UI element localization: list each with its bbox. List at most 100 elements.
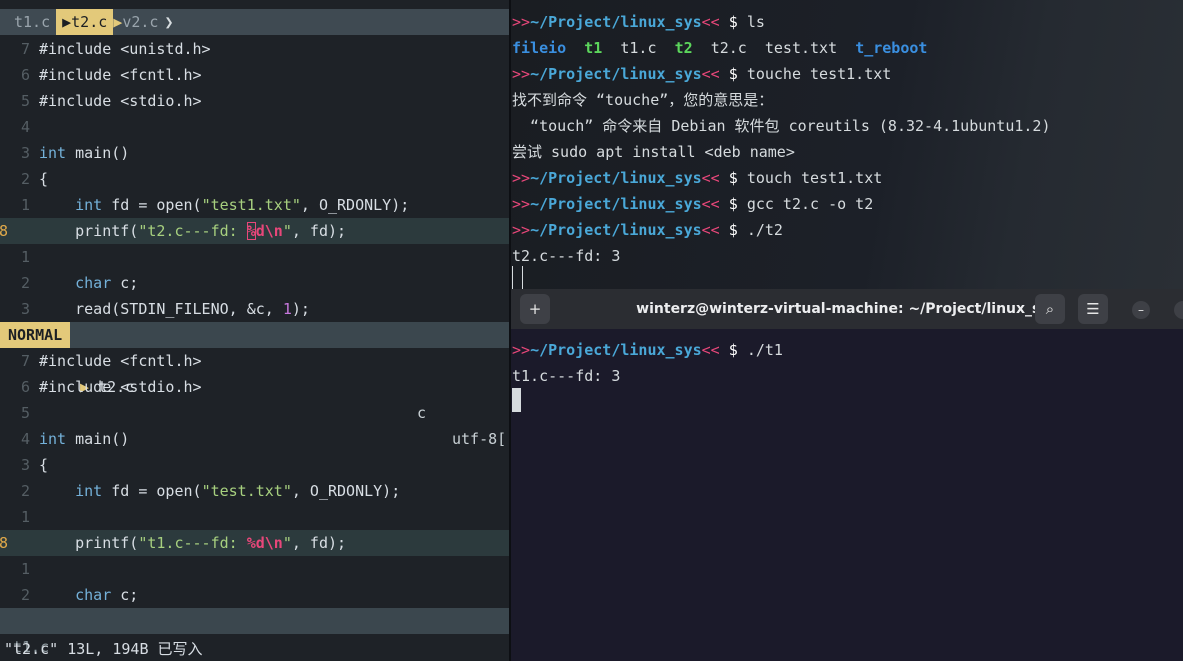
prompt-marker: >>: [512, 221, 531, 239]
search-button[interactable]: ⌕: [1035, 294, 1065, 324]
code-text: printf("t1.c---fd: %d\n", fd);: [39, 530, 346, 556]
code-token: d\n: [255, 222, 283, 240]
code-token: c;: [111, 274, 139, 292]
minimize-icon: –: [1138, 303, 1144, 317]
code-line[interactable]: 7 #include <unistd.h>: [0, 36, 509, 62]
terminal-window[interactable]: + winterz@winterz-virtual-machine: ~/Pro…: [511, 289, 1183, 661]
code-line[interactable]: 3 read(STDIN_FILENO, &c, 1);: [0, 296, 509, 322]
shell-command: touch test1.txt: [746, 169, 883, 187]
code-line[interactable]: 2{: [0, 166, 509, 192]
prompt-marker: >>: [512, 195, 531, 213]
code-token: , fd);: [291, 222, 347, 240]
line-number: 4: [20, 118, 30, 136]
prompt-marker: >>: [512, 341, 531, 359]
tab-overflow-icon[interactable]: ❯: [158, 13, 173, 31]
code-line[interactable]: 6 #include <stdio.h>: [0, 374, 509, 400]
code-text: int main(): [39, 140, 129, 166]
prompt-path: ~/Project/linux_sys: [530, 13, 702, 31]
code-line-current[interactable]: 8 printf("t2.c---fd: %d\n", fd);: [0, 218, 509, 244]
code-token: #include <stdio.h>: [39, 378, 202, 396]
tab-t2[interactable]: ▶t2.c: [56, 9, 114, 35]
line-number: 3: [20, 144, 30, 162]
prompt-path: ~/Project/linux_sys: [530, 169, 702, 187]
line-number: 1: [20, 248, 30, 266]
code-token: ": [282, 534, 292, 552]
code-line[interactable]: 4: [0, 114, 509, 140]
code-text: char c;: [39, 582, 138, 608]
code-token: "test.txt": [201, 482, 292, 500]
prompt-dollar: $: [719, 195, 747, 213]
line-number: 6: [20, 378, 30, 396]
line-number: 8: [0, 222, 8, 240]
terminal-headerbar: + winterz@winterz-virtual-machine: ~/Pro…: [511, 289, 1183, 329]
ls-entry: fileio: [512, 39, 567, 57]
tab-t1[interactable]: t1.c: [0, 9, 56, 35]
code-token: fd = open(: [102, 482, 202, 500]
code-text: char c;: [39, 270, 138, 296]
prompt-marker: >>: [512, 13, 531, 31]
line-number: 4: [20, 430, 30, 448]
code-line[interactable]: 5 #include <stdio.h>: [0, 88, 509, 114]
code-token: ": [282, 222, 292, 240]
output-line: 尝试 sudo apt install <deb name>: [512, 139, 795, 165]
code-line[interactable]: 1: [0, 244, 509, 270]
code-token: int: [75, 196, 103, 214]
code-text: {: [39, 166, 48, 192]
code-text: #include <unistd.h>: [39, 36, 211, 62]
line-number: 2: [20, 170, 30, 188]
prompt-path: ~/Project/linux_sys: [530, 65, 702, 83]
code-line[interactable]: 2 char c;: [0, 270, 509, 296]
prompt-dollar: $: [719, 13, 747, 31]
line-number: 7: [20, 352, 30, 370]
menu-button[interactable]: ☰: [1078, 294, 1108, 324]
code-text: #include <fcntl.h>: [39, 62, 202, 88]
line-number: 7: [20, 40, 30, 58]
tab-arrow-icon: ▶: [62, 13, 72, 31]
output-text: t2.c---fd: 3: [512, 247, 621, 265]
prompt-marker: >>: [512, 169, 531, 187]
code-line[interactable]: 5: [0, 400, 509, 426]
code-text: read(STDIN_FILENO, &c, 1);: [39, 296, 310, 322]
output-line: “touch” 命令来自 Debian 软件包 coreutils (8.32-…: [512, 113, 1050, 139]
tab-label: t1.c: [14, 13, 51, 31]
code-token: read(STDIN_FILENO, &c,: [39, 300, 283, 318]
code-text: {: [39, 452, 48, 478]
code-text: int fd = open("test.txt", O_RDONLY);: [39, 478, 400, 504]
code-line[interactable]: 4 int main(): [0, 426, 509, 452]
code-token: int: [39, 430, 67, 448]
shell-prompt-line: >>~/Project/linux_sys<< $ touche test1.t…: [512, 61, 891, 87]
code-line[interactable]: 2 int fd = open("test.txt", O_RDONLY);: [0, 478, 509, 504]
code-text: #include <fcntl.h>: [39, 348, 202, 374]
code-line[interactable]: 1: [0, 556, 509, 582]
line-number: 5: [20, 404, 30, 422]
minimize-button[interactable]: –: [1132, 301, 1150, 319]
code-line-current[interactable]: 8 printf("t1.c---fd: %d\n", fd);: [0, 530, 509, 556]
code-line[interactable]: 2 char c;: [0, 582, 509, 608]
line-number: 1: [20, 196, 30, 214]
code-line[interactable]: 1 int fd = open("test1.txt", O_RDONLY);: [0, 192, 509, 218]
shell-prompt-line: >>~/Project/linux_sys<< $ ./t2: [512, 217, 783, 243]
tab-v2[interactable]: ▶v2.c ❯: [113, 9, 179, 35]
shell-command: touche test1.txt: [746, 65, 892, 83]
code-line[interactable]: 3 int main(): [0, 140, 509, 166]
hamburger-menu-icon: ☰: [1086, 300, 1100, 318]
output-text: “touch” 命令来自 Debian 软件包 coreutils (8.32-…: [512, 117, 1051, 135]
shell-prompt-line: >>~/Project/linux_sys<< $ ./t1: [512, 337, 783, 363]
line-number: 2: [20, 274, 30, 292]
code-line[interactable]: 7 #include <fcntl.h>: [0, 348, 509, 374]
terminal-background[interactable]: >>~/Project/linux_sys<< $ ls fileio t1 t1…: [511, 0, 1183, 289]
line-number: 3: [20, 456, 30, 474]
code-token: "t2.c---fd:: [138, 222, 247, 240]
code-line[interactable]: 3{: [0, 452, 509, 478]
vim-tabline: t1.c ▶t2.c ▶v2.c ❯: [0, 9, 509, 35]
vim-statusline-active: NORMAL ▶ t2.c c utf-8[: [0, 322, 509, 448]
vim-editor[interactable]: t1.c ▶t2.c ▶v2.c ❯ 7 #include <unistd.h> 6 #…: [0, 0, 509, 661]
code-line[interactable]: 1: [0, 504, 509, 530]
code-token: #include <unistd.h>: [39, 40, 211, 58]
code-line[interactable]: 6 #include <fcntl.h>: [0, 62, 509, 88]
